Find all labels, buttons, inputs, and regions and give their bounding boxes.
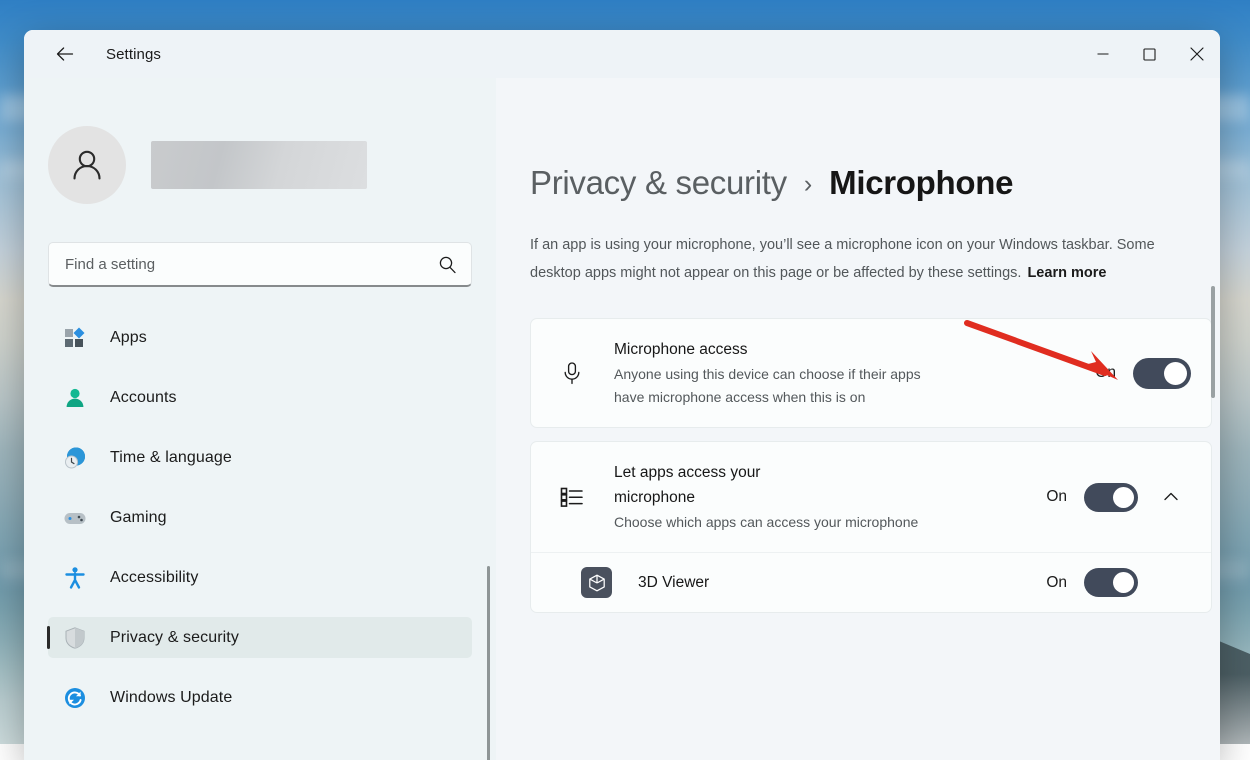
content-scrollbar-thumb[interactable] (1211, 286, 1215, 398)
search-icon[interactable] (438, 255, 457, 274)
sidebar-item-accounts[interactable]: Accounts (48, 377, 472, 418)
sidebar-item-label: Accessibility (110, 569, 198, 587)
let-apps-access-microphone-card: Let apps access your microphone Choose w… (530, 441, 1212, 613)
microphone-access-control: On (1095, 358, 1191, 389)
window-controls (1079, 30, 1220, 78)
let-apps-access-text: Let apps access your microphone Choose w… (614, 460, 1046, 534)
settings-window: Settings (24, 30, 1220, 760)
microphone-access-row[interactable]: Microphone access Anyone using this devi… (531, 319, 1211, 427)
sidebar-scrollbar[interactable] (487, 538, 490, 760)
sidebar-item-label: Privacy & security (110, 629, 239, 647)
account-section[interactable] (48, 126, 472, 204)
title-bar: Settings (24, 30, 1220, 78)
microphone-access-state: On (1095, 364, 1116, 382)
microphone-access-card: Microphone access Anyone using this devi… (530, 318, 1212, 428)
expand-collapse-button[interactable] (1151, 477, 1191, 517)
back-button[interactable] (46, 38, 84, 70)
sidebar: Apps Accounts (24, 78, 496, 760)
let-apps-access-control: On (1046, 477, 1191, 517)
sidebar-item-apps[interactable]: Apps (48, 317, 472, 358)
minimize-icon (1097, 48, 1109, 60)
close-button[interactable] (1173, 30, 1220, 78)
app-toggle-3d-viewer[interactable] (1084, 568, 1138, 597)
breadcrumb-parent[interactable]: Privacy & security (530, 164, 787, 202)
toggle-knob (1113, 487, 1134, 508)
page-description: If an app is using your microphone, you’… (530, 231, 1194, 287)
microphone-access-description: Anyone using this device can choose if t… (614, 363, 944, 409)
sidebar-item-privacy-security[interactable]: Privacy & security (48, 617, 472, 658)
search-input[interactable] (65, 256, 438, 273)
microphone-access-text: Microphone access Anyone using this devi… (614, 337, 1095, 409)
sidebar-item-windows-update[interactable]: Windows Update (48, 677, 472, 718)
app-icon-wrapper (555, 567, 615, 598)
person-avatar-icon (67, 145, 107, 185)
microphone-access-toggle[interactable] (1133, 358, 1191, 389)
back-arrow-icon (54, 43, 76, 65)
sidebar-item-label: Accounts (110, 389, 177, 407)
let-apps-access-toggle[interactable] (1084, 483, 1138, 512)
chevron-up-icon (1161, 487, 1181, 507)
content-scrollbar[interactable] (1211, 248, 1215, 508)
microphone-access-title: Microphone access (614, 337, 1095, 362)
sidebar-item-time-language[interactable]: Time & language (48, 437, 472, 478)
maximize-icon (1143, 48, 1156, 61)
time-language-icon (62, 445, 88, 471)
let-apps-access-state: On (1046, 488, 1067, 506)
content-pane: Privacy & security › Microphone If an ap… (496, 78, 1220, 760)
accessibility-icon (62, 565, 88, 591)
username-redacted (151, 141, 367, 189)
let-apps-access-microphone-row[interactable]: Let apps access your microphone Choose w… (531, 442, 1211, 552)
3d-viewer-icon (581, 567, 612, 598)
shield-icon (62, 625, 88, 651)
sidebar-item-gaming[interactable]: Gaming (48, 497, 472, 538)
microphone-icon (555, 360, 589, 386)
toggle-knob (1164, 362, 1187, 385)
breadcrumb: Privacy & security › Microphone (530, 164, 1194, 202)
window-title: Settings (106, 46, 161, 63)
close-icon (1190, 47, 1204, 61)
apps-icon (62, 325, 88, 351)
gaming-icon (62, 505, 88, 531)
app-list-icon (555, 484, 589, 510)
page-title: Microphone (829, 164, 1013, 202)
sidebar-nav: Apps Accounts (48, 317, 472, 718)
sidebar-item-label: Apps (110, 329, 147, 347)
sidebar-scrollbar-thumb[interactable] (487, 566, 490, 760)
avatar (48, 126, 126, 204)
breadcrumb-separator: › (804, 170, 812, 199)
app-control-3d-viewer: On (1046, 568, 1191, 597)
sidebar-item-label: Windows Update (110, 689, 232, 707)
let-apps-access-description: Choose which apps can access your microp… (614, 511, 944, 534)
sidebar-item-accessibility[interactable]: Accessibility (48, 557, 472, 598)
app-row-3d-viewer[interactable]: 3D Viewer On (531, 552, 1211, 612)
accounts-icon (62, 385, 88, 411)
app-name-3d-viewer: 3D Viewer (638, 574, 709, 592)
sidebar-item-label: Gaming (110, 509, 167, 527)
minimize-button[interactable] (1079, 30, 1126, 78)
let-apps-access-title: Let apps access your microphone (614, 460, 824, 510)
maximize-button[interactable] (1126, 30, 1173, 78)
toggle-knob (1113, 572, 1134, 593)
windows-update-icon (62, 685, 88, 711)
sidebar-item-label: Time & language (110, 449, 232, 467)
app-state-3d-viewer: On (1046, 574, 1067, 592)
search-box[interactable] (48, 242, 472, 287)
learn-more-link[interactable]: Learn more (1027, 265, 1106, 281)
